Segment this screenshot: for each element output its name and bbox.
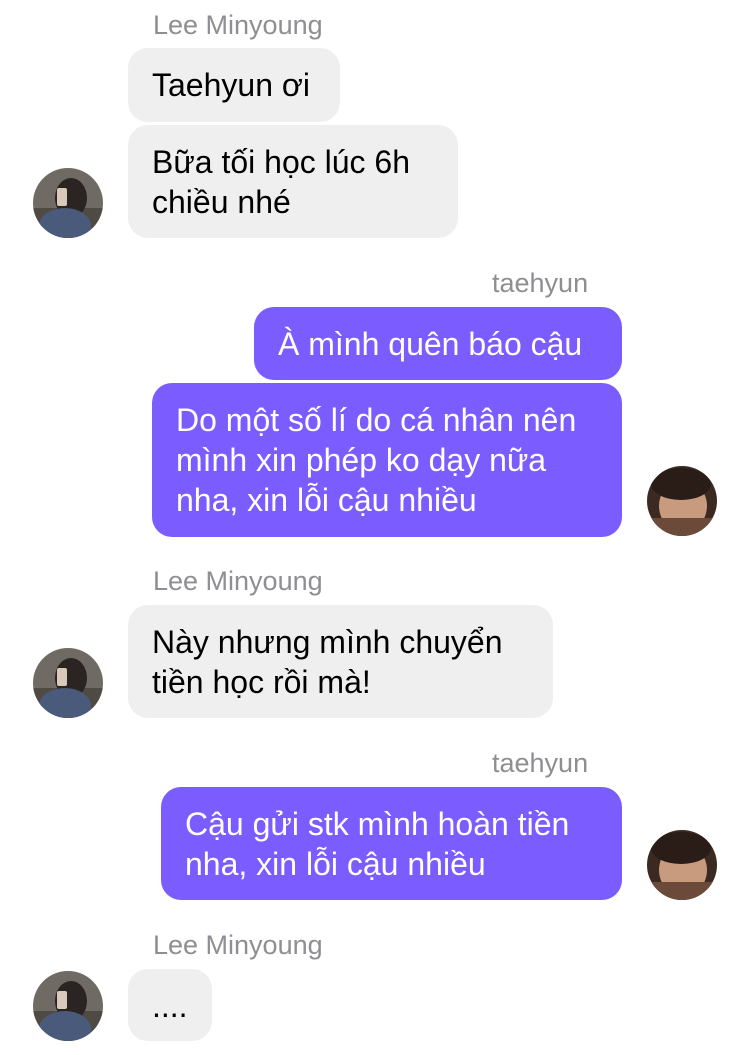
user-avatar-taehyun-icon[interactable] [647,466,717,536]
incoming-message-bubble[interactable]: Taehyun ơi [128,48,340,122]
sender-name: taehyun [492,268,589,298]
incoming-message-bubble[interactable]: Này nhưng mình chuyển tiền học rồi mà! [128,605,553,718]
outgoing-message-bubble[interactable]: À mình quên báo cậu [254,307,622,380]
sender-name: Lee Minyoung [153,566,323,596]
minyoung-photo [33,648,103,718]
user-avatar-minyoung-icon[interactable] [33,168,103,238]
user-avatar-minyoung-icon[interactable] [33,971,103,1041]
sender-name: Lee Minyoung [153,10,323,40]
minyoung-photo [33,971,103,1041]
taehyun-photo [647,830,717,900]
sender-name: Lee Minyoung [153,930,323,960]
outgoing-message-bubble[interactable]: Cậu gửi stk mình hoàn tiền nha, xin lỗi … [161,787,622,900]
incoming-message-bubble[interactable]: Bữa tối học lúc 6h chiều nhé [128,125,458,238]
outgoing-message-bubble[interactable]: Do một số lí do cá nhân nên mình xin phé… [152,383,622,537]
incoming-message-bubble[interactable]: .... [128,969,212,1041]
user-avatar-minyoung-icon[interactable] [33,648,103,718]
sender-name: taehyun [492,748,589,778]
minyoung-photo [33,168,103,238]
taehyun-photo [647,466,717,536]
user-avatar-taehyun-icon[interactable] [647,830,717,900]
